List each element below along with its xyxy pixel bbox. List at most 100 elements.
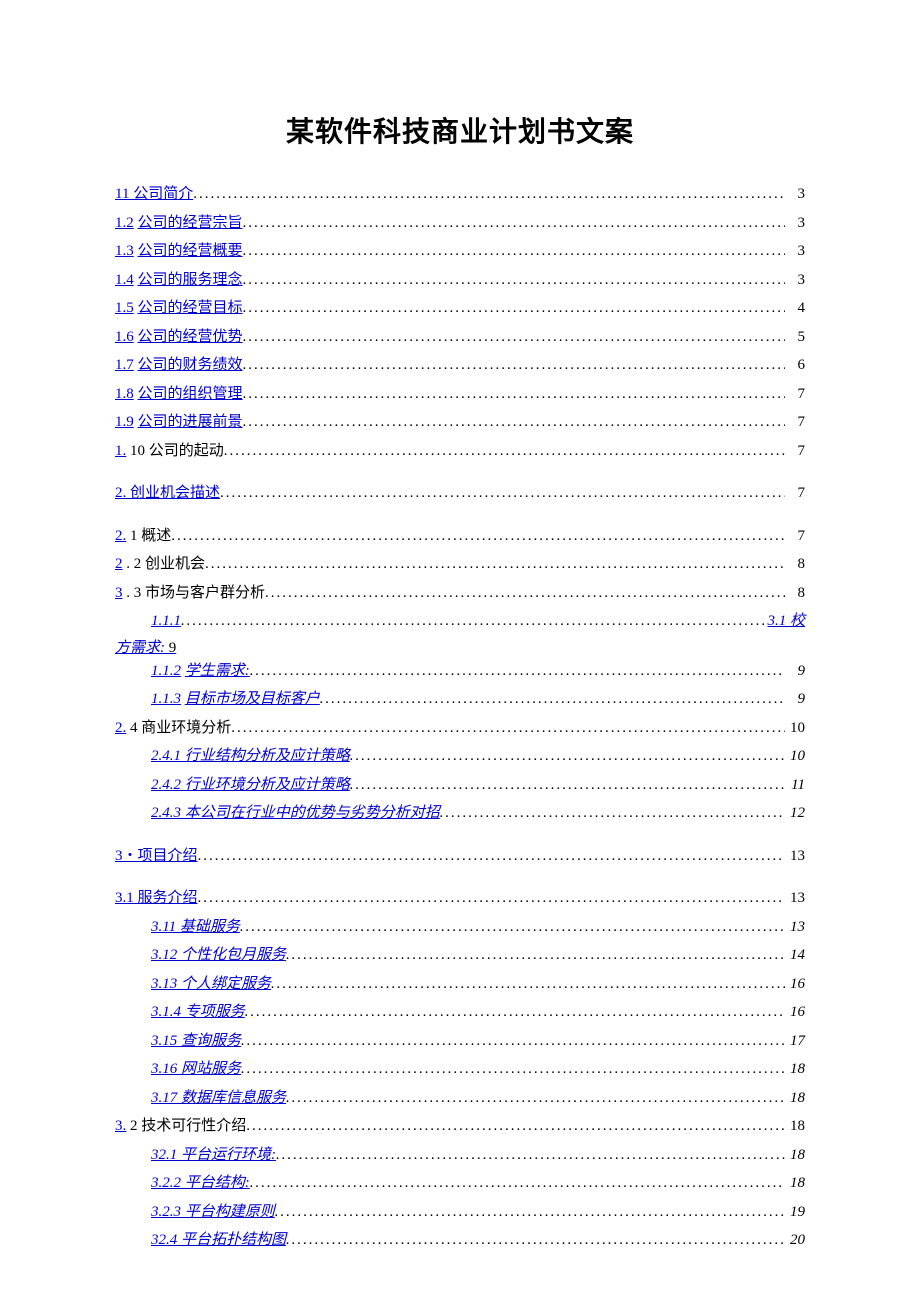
toc-link[interactable]: 1.: [115, 443, 126, 459]
toc-link[interactable]: 3.13 个人绑定服务: [151, 976, 271, 992]
toc-link[interactable]: 公司的财务绩效: [138, 357, 243, 373]
toc-link[interactable]: 公司的经营优势: [138, 329, 243, 345]
toc-link[interactable]: 1.1.1: [151, 613, 181, 629]
toc-link[interactable]: 1.9: [115, 414, 134, 430]
toc-entry: 1.1.2 学生需求: 9: [115, 657, 805, 686]
toc-link[interactable]: 1.7: [115, 357, 134, 373]
toc-link[interactable]: 2.: [115, 720, 126, 736]
toc-link[interactable]: 1.1.2: [151, 663, 181, 679]
toc-leader-dots: [171, 522, 785, 551]
toc-page-number: 7: [785, 437, 805, 466]
toc-link[interactable]: 2.4.3 本公司在行业中的优势与劣势分析对招: [151, 805, 440, 821]
toc-leader-dots: [243, 408, 785, 437]
toc-leader-dots: [320, 685, 785, 714]
toc-link[interactable]: 1.5: [115, 300, 134, 316]
toc-link[interactable]: 3: [151, 1147, 159, 1163]
toc-link[interactable]: 2.4.1 行业结构分析及应计策略: [151, 748, 350, 764]
toc-entry: 2.4.2 行业环境分析及应计策略11: [115, 771, 805, 800]
toc-leader-dots: [243, 323, 785, 352]
toc-label-plain: 4 商业环境分析: [126, 720, 231, 736]
toc-page-number: 6: [785, 351, 805, 380]
toc-link[interactable]: 11 公司简介: [115, 186, 193, 202]
toc-leader-dots: [198, 884, 785, 913]
toc-link[interactable]: 3.15 查询服务: [151, 1033, 241, 1049]
toc-link[interactable]: 公司的经营目标: [138, 300, 243, 316]
toc-page-number: 16: [785, 998, 805, 1027]
toc-link[interactable]: 3.17 数据库信息服务: [151, 1090, 286, 1106]
toc-link[interactable]: 公司的组织管理: [138, 386, 243, 402]
toc-link[interactable]: 3.11 基础服务: [151, 919, 240, 935]
toc-entry: 1.5 公司的经营目标4: [115, 294, 805, 323]
toc-link[interactable]: 1.2: [115, 215, 134, 231]
toc-link[interactable]: 3.12 个性化包月服务: [151, 947, 286, 963]
toc-page-number: 18: [785, 1055, 805, 1084]
toc-entry: 32.4 平台拓扑结构图20: [115, 1226, 805, 1255]
toc-entry-label: 1.8 公司的组织管理: [115, 380, 243, 409]
toc-entry: 3.12 个性化包月服务 14: [115, 941, 805, 970]
toc-page-number: 9: [785, 657, 805, 686]
toc-link[interactable]: 3.: [115, 1118, 126, 1134]
toc-link[interactable]: 3.2.2 平台结构:: [151, 1175, 250, 1191]
toc-leader-dots: [265, 579, 785, 608]
toc-leader-dots: [240, 913, 785, 942]
toc-leader-dots: [243, 237, 785, 266]
toc-link[interactable]: 1.4: [115, 272, 134, 288]
toc-entry-label: 3.2.2 平台结构:: [151, 1169, 250, 1198]
toc-link[interactable]: 1.3: [115, 243, 134, 259]
toc-page-number: 8: [785, 550, 805, 579]
toc-link[interactable]: 3.1 服务介绍: [115, 890, 198, 906]
toc-link[interactable]: 1.6: [115, 329, 134, 345]
toc-entry-label: 1.6 公司的经营优势: [115, 323, 243, 352]
toc-link[interactable]: 公司的服务理念: [138, 272, 243, 288]
toc-link[interactable]: 目标市场及目标客户: [185, 691, 320, 707]
toc-link[interactable]: 3.1 校: [767, 613, 805, 629]
toc-entry-label: 2. 4 商业环境分析: [115, 714, 231, 743]
toc-label-plain: 10 公司的起动: [126, 443, 224, 459]
toc-entry-label: 2.4.1 行业结构分析及应计策略: [151, 742, 350, 771]
toc-link[interactable]: 1.8: [115, 386, 134, 402]
toc-page-number: 7: [785, 522, 805, 551]
toc-link[interactable]: 公司的进展前景: [138, 414, 243, 430]
toc-entry-label: 1.9 公司的进展前景: [115, 408, 243, 437]
toc-link[interactable]: 学生需求:: [185, 663, 250, 679]
toc-link[interactable]: 3.16 网站服务: [151, 1061, 241, 1077]
toc-entry-label: 1. 10 公司的起动: [115, 437, 224, 466]
toc-entry: 11 公司简介3: [115, 180, 805, 209]
toc-link[interactable]: 2.4.2 行业环境分析及应计策略: [151, 777, 350, 793]
toc-entry: 3.2.2 平台结构:18: [115, 1169, 805, 1198]
toc-link[interactable]: 公司的经营宗旨: [138, 215, 243, 231]
toc-link[interactable]: 3.1.4 专项服务: [151, 1004, 245, 1020]
toc-link[interactable]: 2. 创业机会描述: [115, 485, 220, 501]
toc-entry-label: 1.2 公司的经营宗旨: [115, 209, 243, 238]
toc-link[interactable]: 2.: [115, 528, 126, 544]
toc-entry: 1. 10 公司的起动 7: [115, 437, 805, 466]
toc-leader-dots: [198, 842, 785, 871]
toc-entry: 2. 4 商业环境分析10: [115, 714, 805, 743]
document-title: 某软件科技商业计划书文案: [115, 110, 805, 150]
toc-entry: 1.2 公司的经营宗旨3: [115, 209, 805, 238]
toc-link[interactable]: 2: [115, 556, 123, 572]
toc-page-number: 3: [785, 266, 805, 295]
toc-link[interactable]: 公司的经营概要: [138, 243, 243, 259]
toc-entry: 2. 1 概述7: [115, 522, 805, 551]
toc-page-number: 5: [785, 323, 805, 352]
toc-link[interactable]: 1.1.3: [151, 691, 181, 707]
toc-entry: 1.1.3 目标市场及目标客户9: [115, 685, 805, 714]
toc-link[interactable]: 3: [115, 585, 123, 601]
toc-entry-label: 3.16 网站服务: [151, 1055, 241, 1084]
toc-link[interactable]: 3.2.3 平台构建原则: [151, 1204, 275, 1220]
toc-entry-label: 3.2.3 平台构建原则: [151, 1198, 275, 1227]
toc-leader-dots: [243, 294, 785, 323]
toc-link[interactable]: 方需求:: [115, 640, 165, 656]
toc-entry-label: 32.1 平台运行环境:: [151, 1141, 276, 1170]
toc-leader-dots: [250, 1169, 785, 1198]
toc-link[interactable]: 3・项目介绍: [115, 848, 198, 864]
toc-entry: 2.4.3 本公司在行业中的优势与劣势分析对招12: [115, 799, 805, 828]
toc-link[interactable]: 3: [151, 1232, 159, 1248]
toc-page-number: 14: [785, 941, 805, 970]
toc-entry-wrapped-line2: 方需求: 9: [115, 636, 805, 657]
toc-page-number: 13: [785, 884, 805, 913]
table-of-contents: 11 公司简介31.2 公司的经营宗旨31.3 公司的经营概要31.4 公司的服…: [115, 180, 805, 1255]
toc-link[interactable]: 2.1 平台运行环境:: [159, 1147, 277, 1163]
toc-link[interactable]: 2.4 平台拓扑结构图: [159, 1232, 287, 1248]
